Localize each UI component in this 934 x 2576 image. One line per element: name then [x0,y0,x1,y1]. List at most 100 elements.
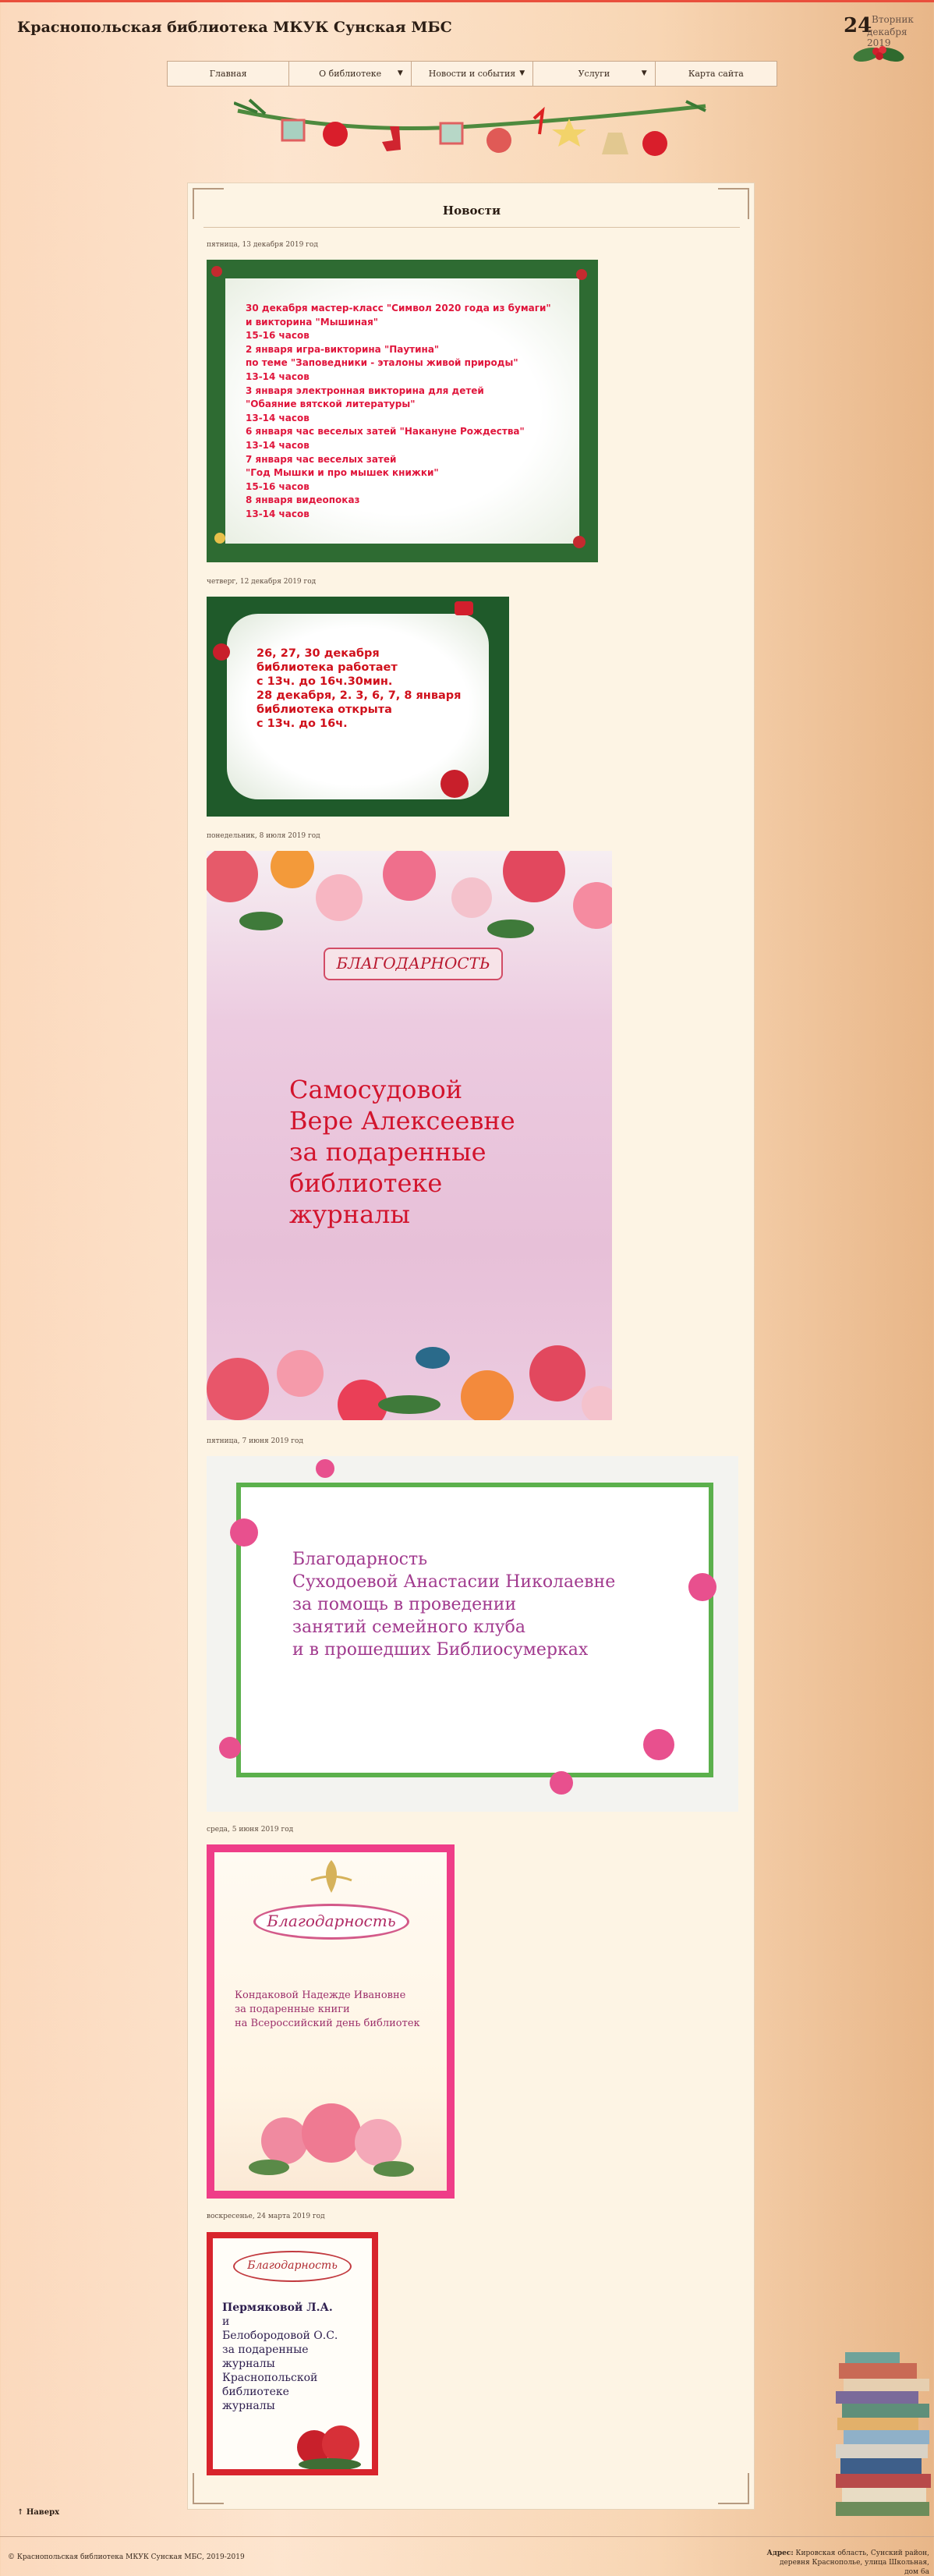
flower-decoration [230,1518,258,1547]
announcement-line: 3 января электронная викторина для детей [246,384,484,396]
post-date: среда, 5 июня 2019 год [207,1826,294,1834]
message-line: Суходоевой Анастасии Николаевне [292,1572,616,1592]
site-title[interactable]: Краснопольская библиотека МКУК Сунская М… [17,19,452,36]
nav-item-services[interactable]: Услуги ▼ [532,61,656,87]
date-weekday: Вторник [872,14,914,25]
top-accent-line [0,0,934,2]
message-line: журналы [222,2400,275,2412]
date-widget: 24 Вторник декабря 2019 [844,12,929,67]
schedule-line: с 13ч. до 16ч. [256,718,348,730]
post-date: пятница, 13 декабря 2019 год [207,241,318,249]
banner-title: БЛАГОДАРНОСТЬ [324,948,503,980]
back-to-top-link[interactable]: ↑ Наверх [17,2508,59,2517]
news-image-card[interactable]: Благодарность Кондаковой Надежде Ивановн… [207,1844,455,2199]
news-panel: Новости пятница, 13 декабря 2019 год 30 … [187,182,755,2510]
ornament-decoration [211,266,222,277]
post-date: понедельник, 8 июля 2019 год [207,832,320,840]
flowers-decoration [207,851,612,938]
message-line: за подаренные [289,1137,486,1167]
ornament-decoration [440,770,469,798]
post-date: пятница, 7 июня 2019 год [207,1437,303,1445]
message-line: Краснопольской [222,2372,318,2384]
message-line: и [222,2316,230,2328]
nav-item-home[interactable]: Главная [167,61,290,87]
announcement-line: 15-16 часов [246,330,310,342]
nav-item-label: Услуги [578,69,610,79]
announcement-line: "Обаяние вятской литературы" [246,399,416,410]
nav-item-label: О библиотеке [319,69,382,79]
divider [203,227,740,228]
corner-ornament [193,2473,224,2504]
news-image-card[interactable]: БЛАГОДАРНОСТЬ Самосудовой Вере Алексеевн… [207,851,612,1420]
nav-item-news[interactable]: Новости и события ▼ [410,61,534,87]
roses-decoration [249,2103,414,2177]
news-image-card[interactable]: Благодарность Суходоевой Анастасии Никол… [207,1456,738,1812]
schedule-line: 28 декабря, 2. 3, 6, 7, 8 января [256,689,462,702]
announcement-line: 13-14 часов [246,412,310,423]
address-label: Адрес: [766,2549,794,2557]
ornament-decoration [573,536,586,548]
corner-ornament [718,2473,749,2504]
schedule-line: библиотека работает [256,661,398,674]
nav-item-label: Новости и события [428,69,516,79]
footer-divider [0,2536,934,2537]
announcement-line: 13-14 часов [246,439,310,451]
schedule-line: 26, 27, 30 декабря [256,647,380,660]
copyright-text: © Краснопольская библиотека МКУК Сунская… [8,2553,245,2561]
message-line: за подаренные книги [235,2004,350,2015]
flowers-decoration [207,1345,612,1420]
holly-icon [853,46,904,62]
flower-decoration [316,1459,334,1478]
main-nav: Главная О библиотеке ▼ Новости и события… [167,61,778,87]
message-line: занятий семейного клуба [292,1618,525,1637]
flower-decoration [643,1729,674,1760]
announcement-line: "Год Мышки и про мышек книжки" [246,467,439,479]
flower-decoration [219,1737,241,1759]
message-line: Пермяковой Л.А. [222,2301,333,2314]
announcement-line: 7 января час веселых затей [246,453,397,465]
message-line: за помощь в проведении [292,1595,517,1614]
schedule-line: библиотека открыта [256,703,392,716]
watermark-text-strip [207,990,612,1012]
message-line: на Всероссийский день библиотек [235,2018,420,2029]
banner-title: Благодарность [253,1904,409,1940]
nav-item-about[interactable]: О библиотеке ▼ [288,61,412,87]
message-line: библиотеке [289,1168,443,1198]
nav-item-sitemap[interactable]: Карта сайта [654,61,778,87]
announcement-line: 13-14 часов [246,508,310,519]
message-line: за подаренные [222,2344,309,2356]
message-line: Белобородовой О.С. [222,2330,338,2342]
ornament-decoration [213,643,230,661]
message-line: Благодарность [292,1550,428,1569]
announcement-line: 13-14 часов [246,370,310,382]
page-title: Новости [442,204,501,218]
flower-decoration [688,1573,716,1601]
bow-decoration [455,601,473,615]
ornament-decoration [576,269,587,280]
post-date: четверг, 12 декабря 2019 год [207,578,317,586]
message-line: журналы [289,1199,410,1229]
announcement-line: и викторина "Мышиная" [246,316,379,328]
flower-decoration [550,1771,573,1795]
roses-decoration [297,2425,361,2469]
message-line: библиотеке [222,2386,289,2398]
post-date: воскресенье, 24 марта 2019 год [207,2213,325,2220]
christmas-garland-decoration [234,98,706,156]
nav-item-label: Главная [209,69,247,79]
announcement-line: 2 января игра-викторина "Паутина" [246,343,440,355]
news-image-card[interactable]: Благодарность Пермяковой Л.А. и Белоборо… [207,2232,378,2475]
ornament-decoration [214,533,225,544]
message-line: Самосудовой [289,1075,463,1104]
ornament-icon [310,1860,352,1893]
banner-title: Благодарность [233,2251,352,2282]
announcement-line: 8 января видеопоказ [246,494,360,506]
message-line: журналы [222,2358,275,2370]
address-text: Кировская область, Сунский район, деревн… [779,2549,929,2576]
message-line: Кондаковой Надежде Ивановне [235,1990,406,2001]
announcement-line: 6 января час веселых затей "Накануне Рож… [246,426,525,438]
address-block: Адрес: Кировская область, Сунский район,… [766,2549,929,2576]
news-image-card[interactable]: 26, 27, 30 декабря библиотека работает с… [207,597,509,817]
news-image-card[interactable]: 30 декабря мастер-класс "Символ 2020 год… [207,260,598,562]
announcement-line: 15-16 часов [246,480,310,492]
books-stack-decoration [836,2352,931,2516]
